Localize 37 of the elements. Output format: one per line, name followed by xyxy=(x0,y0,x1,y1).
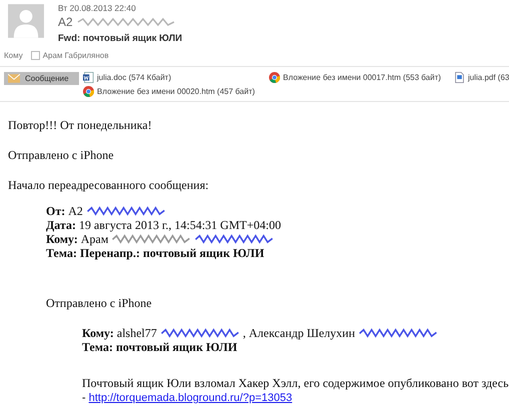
recipient-checkbox[interactable] xyxy=(30,51,40,60)
link[interactable]: http://torquemada.bloground.ru/?p=13053 xyxy=(88,392,292,404)
message-tab[interactable]: Сообщение xyxy=(4,72,79,85)
header-label: Тема: xyxy=(46,246,77,260)
body-text: Отправлено с iPhone xyxy=(8,148,115,162)
file-icon xyxy=(454,72,465,83)
header-value: А2 xyxy=(68,204,83,218)
dash-text: - xyxy=(82,392,86,404)
browser-icon xyxy=(83,86,94,97)
header-value: почтовый ящик ЮЛИ xyxy=(116,340,238,354)
body-text: Почтовый ящик Юли взломал Хакер Хэлл, его содержимое опубликовано вот здесь xyxy=(82,376,509,391)
attachment-link[interactable]: julia.doc (574 Кбайт) xyxy=(97,73,172,82)
header-label: От: xyxy=(46,204,66,218)
header-value: alshel77 xyxy=(116,326,157,340)
recipient-name[interactable]: Арам Габрилянов xyxy=(42,51,109,60)
header-label: Тема: xyxy=(82,340,113,354)
header-value: 19 августа 2013 г., 14:54:31 GMT+04:00 xyxy=(78,218,281,232)
document-icon xyxy=(83,72,94,83)
header-label: Кому: xyxy=(46,232,78,246)
body-text: Отправлено с iPhone xyxy=(45,296,153,310)
attachment-link[interactable]: julia.pdf (63 xyxy=(468,73,509,82)
avatar-icon xyxy=(8,3,44,39)
envelope-icon xyxy=(8,74,20,83)
attachment-link[interactable]: Вложение без имени 00017.htm (553 байт) xyxy=(283,73,441,82)
attachment-link[interactable]: Вложение без имени 00020.htm (457 байт) xyxy=(97,87,255,96)
body-text: Повтор!!! От понедельника! xyxy=(8,118,153,132)
header-value: Перенапр.: почтовый ящик ЮЛИ xyxy=(80,246,264,260)
sender-name: А2 xyxy=(58,15,73,29)
header-value: , Александр Шелухин xyxy=(242,326,355,340)
header-label: Дата: xyxy=(46,218,76,232)
header-label: Кому: xyxy=(82,326,114,340)
message-subject: Fwd: почтовый ящик ЮЛИ xyxy=(58,33,182,44)
body-text: Начало переадресованного сообщения: xyxy=(8,178,210,192)
header-value: Арам xyxy=(80,232,108,246)
message-date: Вт 20.08.2013 22:40 xyxy=(58,3,137,13)
to-label: Кому xyxy=(4,51,23,60)
browser-icon xyxy=(269,72,280,83)
